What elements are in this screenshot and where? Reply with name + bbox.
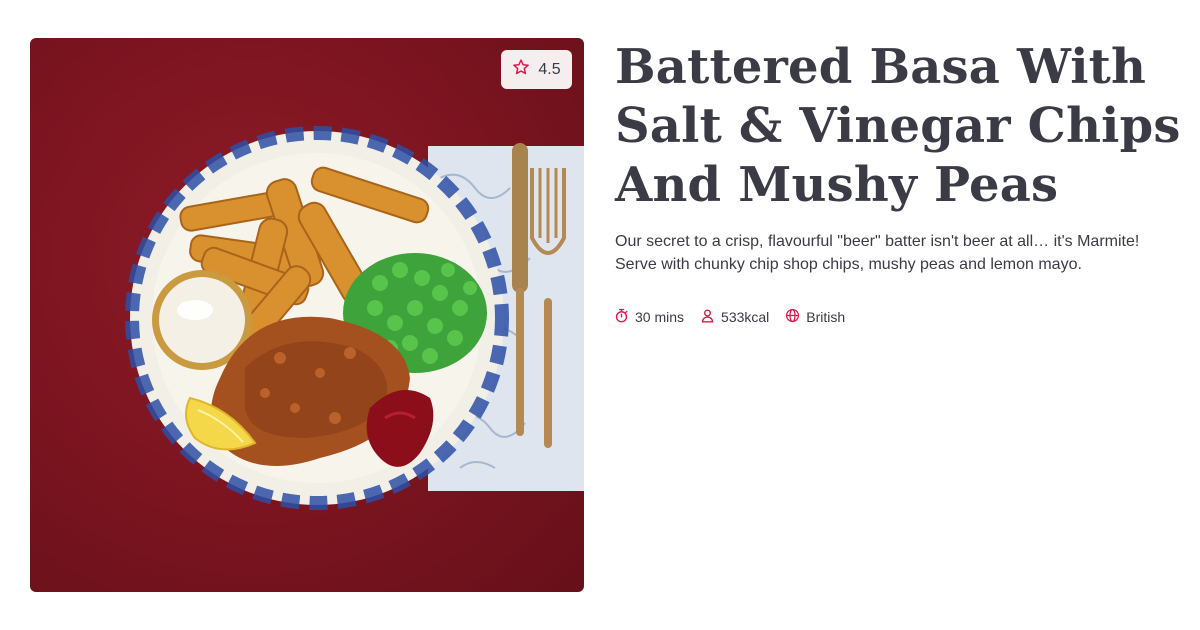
meta-calories: 533kcal: [700, 308, 769, 326]
meta-calories-label: 533kcal: [721, 309, 770, 325]
star-icon: [512, 58, 530, 81]
globe-icon: [785, 308, 800, 326]
recipe-description: Our secret to a crisp, flavourful "beer"…: [615, 233, 1140, 273]
rating-badge: 4.5: [501, 50, 572, 89]
recipe-title: Battered Basa With Salt & Vinegar Chips …: [615, 39, 1181, 213]
meta-cuisine-label: British: [806, 309, 846, 325]
stopwatch-icon: [614, 308, 629, 326]
meta-time: 30 mins: [614, 308, 684, 326]
meta-cuisine: British: [785, 308, 845, 326]
rating-value: 4.5: [538, 60, 561, 78]
recipe-meta: 30 mins 533kcal British: [614, 308, 861, 326]
recipe-photo: [30, 38, 584, 592]
person-icon: [700, 308, 715, 326]
meta-time-label: 30 mins: [635, 309, 685, 325]
fish-and-chips-illustration: [125, 126, 584, 510]
